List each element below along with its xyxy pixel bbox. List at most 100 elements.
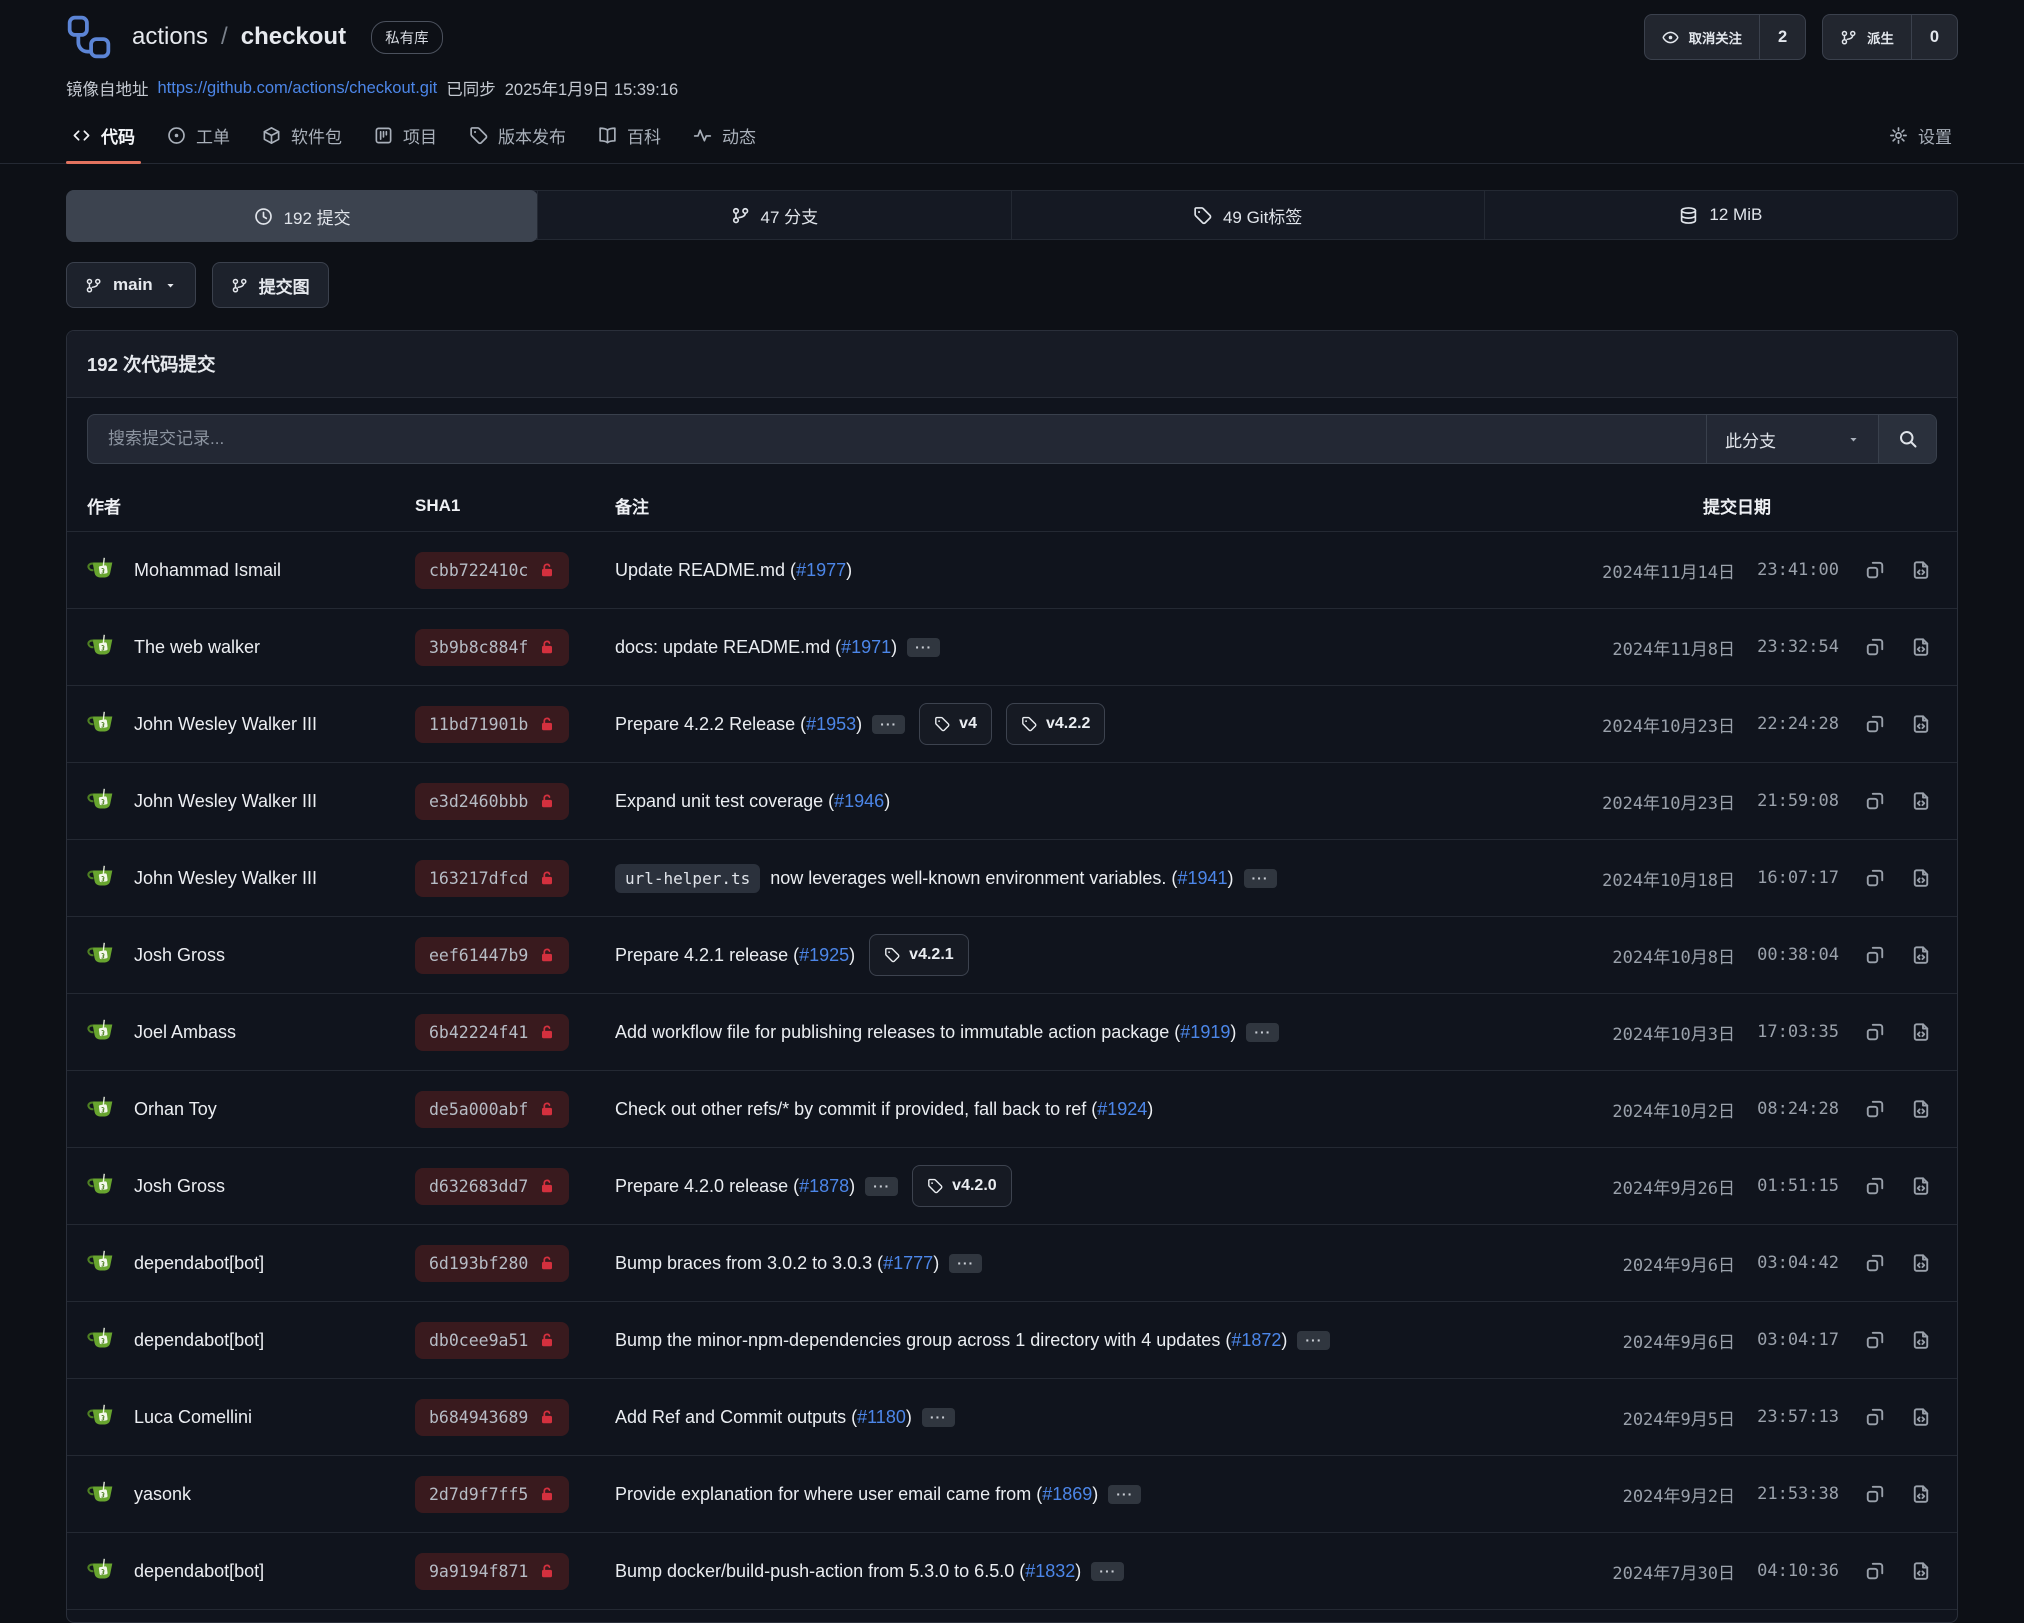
browse-source-button[interactable] (1911, 1330, 1931, 1350)
copy-sha-button[interactable] (1865, 868, 1885, 888)
commit-sha-link[interactable]: 3b9b8c884f (415, 629, 569, 666)
avatar[interactable] (87, 1556, 117, 1586)
tab-settings[interactable]: 设置 (1873, 110, 1968, 163)
copy-sha-button[interactable] (1865, 637, 1885, 657)
copy-sha-button[interactable] (1865, 1407, 1885, 1427)
avatar[interactable] (87, 1171, 117, 1201)
commit-sha-link[interactable]: de5a000abf (415, 1091, 569, 1128)
copy-sha-button[interactable] (1865, 1253, 1885, 1273)
issue-link[interactable]: #1872 (1231, 1330, 1281, 1350)
browse-source-button[interactable] (1911, 714, 1931, 734)
commit-sha-link[interactable]: e3d2460bbb (415, 783, 569, 820)
commit-sha-link[interactable]: 9a9194f871 (415, 1553, 569, 1590)
expand-commit-button[interactable]: ··· (1108, 1485, 1141, 1504)
issue-link[interactable]: #1924 (1097, 1099, 1147, 1119)
browse-source-button[interactable] (1911, 1253, 1931, 1273)
owner-link[interactable]: actions (132, 23, 208, 51)
issue-link[interactable]: #1941 (1177, 868, 1227, 888)
commit-author[interactable]: John Wesley Walker III (134, 868, 317, 889)
commit-author[interactable]: Orhan Toy (134, 1099, 217, 1120)
commit-sha-link[interactable]: db0cee9a51 (415, 1322, 569, 1359)
browse-source-button[interactable] (1911, 791, 1931, 811)
avatar[interactable] (87, 1402, 117, 1432)
copy-sha-button[interactable] (1865, 1099, 1885, 1119)
copy-sha-button[interactable] (1865, 1561, 1885, 1581)
tab-activity[interactable]: 动态 (677, 110, 772, 163)
issue-link[interactable]: #1869 (1042, 1484, 1092, 1504)
expand-commit-button[interactable]: ··· (872, 715, 905, 734)
commit-sha-link[interactable]: b684943689 (415, 1399, 569, 1436)
site-logo[interactable] (66, 14, 112, 60)
commit-author[interactable]: Josh Gross (134, 1176, 225, 1197)
avatar[interactable] (87, 786, 117, 816)
avatar[interactable] (87, 1094, 117, 1124)
tab-issues[interactable]: 工单 (151, 110, 246, 163)
forks-count[interactable]: 0 (1911, 15, 1957, 59)
commit-sha-link[interactable]: cbb722410c (415, 552, 569, 589)
avatar[interactable] (87, 940, 117, 970)
version-tag[interactable]: v4.2.1 (869, 934, 968, 976)
commit-author[interactable]: dependabot[bot] (134, 1330, 264, 1351)
commit-author[interactable]: dependabot[bot] (134, 1253, 264, 1274)
stat-tags[interactable]: 49 Git标签 (1011, 191, 1484, 239)
repo-link[interactable]: checkout (241, 23, 346, 51)
commit-author[interactable]: John Wesley Walker III (134, 714, 317, 735)
avatar[interactable] (87, 1325, 117, 1355)
browse-source-button[interactable] (1911, 868, 1931, 888)
commit-author[interactable]: yasonk (134, 1484, 191, 1505)
commit-sha-link[interactable]: eef61447b9 (415, 937, 569, 974)
avatar[interactable] (87, 632, 117, 662)
browse-source-button[interactable] (1911, 1022, 1931, 1042)
copy-sha-button[interactable] (1865, 945, 1885, 965)
branch-selector[interactable]: main (66, 262, 196, 308)
unwatch-button[interactable]: 取消关注 (1645, 15, 1759, 59)
stat-size[interactable]: 12 MiB (1484, 191, 1957, 239)
commit-author[interactable]: John Wesley Walker III (134, 791, 317, 812)
version-tag[interactable]: v4.2.0 (912, 1165, 1011, 1207)
expand-commit-button[interactable]: ··· (1297, 1331, 1330, 1350)
issue-link[interactable]: #1953 (806, 714, 856, 734)
issue-link[interactable]: #1925 (799, 945, 849, 965)
issue-link[interactable]: #1946 (834, 791, 884, 811)
mirror-url-link[interactable]: https://github.com/actions/checkout.git (158, 79, 438, 98)
stat-commits[interactable]: 192 提交 (66, 190, 538, 242)
expand-commit-button[interactable]: ··· (949, 1254, 982, 1273)
tab-wiki[interactable]: 百科 (582, 110, 677, 163)
branch-filter-dropdown[interactable]: 此分支 (1706, 415, 1878, 463)
copy-sha-button[interactable] (1865, 560, 1885, 580)
browse-source-button[interactable] (1911, 1407, 1931, 1427)
browse-source-button[interactable] (1911, 560, 1931, 580)
copy-sha-button[interactable] (1865, 1484, 1885, 1504)
version-tag[interactable]: v4 (919, 703, 992, 745)
commit-author[interactable]: Joel Ambass (134, 1022, 236, 1043)
commit-sha-link[interactable]: d632683dd7 (415, 1168, 569, 1205)
copy-sha-button[interactable] (1865, 791, 1885, 811)
copy-sha-button[interactable] (1865, 1176, 1885, 1196)
commit-sha-link[interactable]: 6d193bf280 (415, 1245, 569, 1282)
expand-commit-button[interactable]: ··· (907, 638, 940, 657)
issue-link[interactable]: #1832 (1025, 1561, 1075, 1581)
issue-link[interactable]: #1878 (799, 1176, 849, 1196)
avatar[interactable] (87, 863, 117, 893)
commit-sha-link[interactable]: 163217dfcd (415, 860, 569, 897)
issue-link[interactable]: #1919 (1180, 1022, 1230, 1042)
commit-author[interactable]: Luca Comellini (134, 1407, 252, 1428)
expand-commit-button[interactable]: ··· (1246, 1023, 1279, 1042)
avatar[interactable] (87, 555, 117, 585)
copy-sha-button[interactable] (1865, 1330, 1885, 1350)
expand-commit-button[interactable]: ··· (922, 1408, 955, 1427)
watchers-count[interactable]: 2 (1759, 15, 1805, 59)
browse-source-button[interactable] (1911, 1099, 1931, 1119)
commit-author[interactable]: dependabot[bot] (134, 1561, 264, 1582)
avatar[interactable] (87, 709, 117, 739)
browse-source-button[interactable] (1911, 1484, 1931, 1504)
commit-sha-link[interactable]: 11bd71901b (415, 706, 569, 743)
commit-author[interactable]: The web walker (134, 637, 260, 658)
issue-link[interactable]: #1180 (857, 1407, 906, 1427)
version-tag[interactable]: v4.2.2 (1006, 703, 1105, 745)
avatar[interactable] (87, 1479, 117, 1509)
stat-branches[interactable]: 47 分支 (537, 191, 1010, 239)
browse-source-button[interactable] (1911, 1561, 1931, 1581)
tab-packages[interactable]: 软件包 (246, 110, 358, 163)
search-input[interactable] (88, 415, 1706, 463)
